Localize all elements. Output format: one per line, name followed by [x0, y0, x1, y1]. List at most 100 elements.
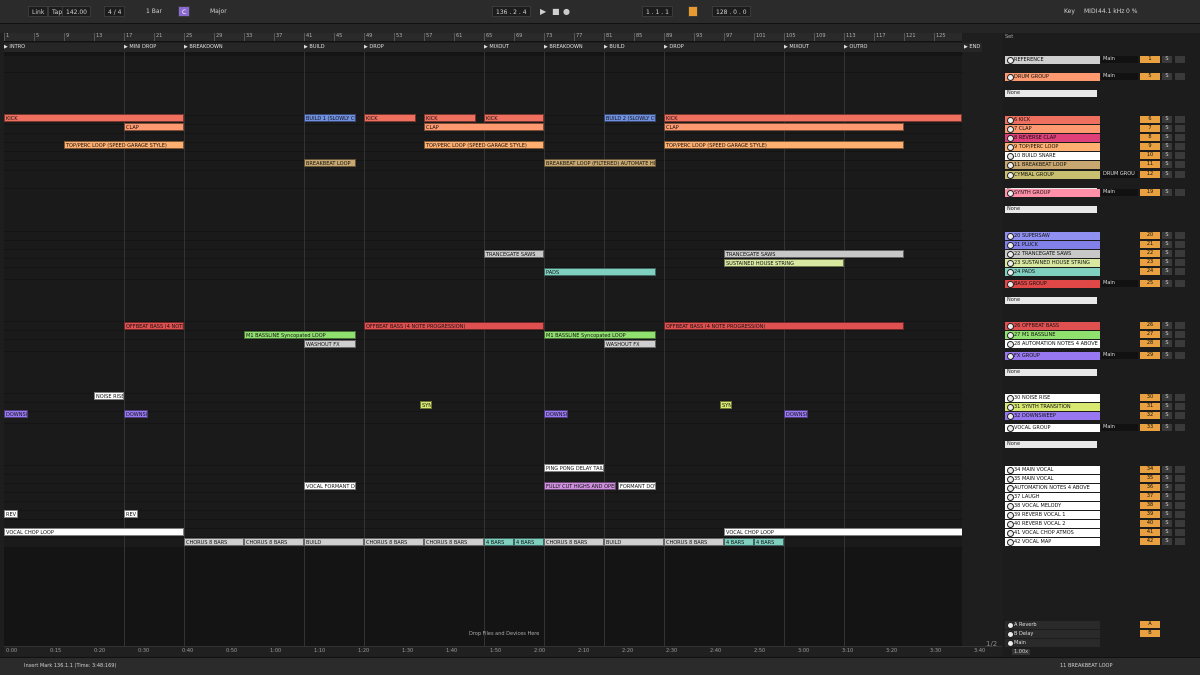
- clip[interactable]: BREAKBEAT LOOP: [304, 159, 356, 167]
- tempo-field[interactable]: 142.00: [62, 6, 91, 17]
- solo-button[interactable]: S: [1162, 331, 1172, 338]
- arm-button[interactable]: [1175, 502, 1185, 509]
- arm-button[interactable]: [1175, 403, 1185, 410]
- return-track[interactable]: A Reverb A: [1003, 621, 1200, 630]
- track-activator[interactable]: 11: [1140, 161, 1160, 168]
- clip[interactable]: DOWNSW: [124, 410, 148, 418]
- track-name[interactable]: CYMBAL GROUP: [1005, 171, 1100, 179]
- clip[interactable]: BUILD: [304, 538, 364, 546]
- solo-button[interactable]: S: [1162, 250, 1172, 257]
- return-track[interactable]: Main: [1003, 639, 1200, 648]
- beat-ruler[interactable]: 1 5 9 13 17 21 25 29 33 37 41 45 49 53 57 61 65 69 73 77 81 8…: [4, 33, 962, 42]
- locator-outro[interactable]: ▶ OUTRO: [844, 44, 868, 50]
- track-lane[interactable]: [4, 232, 962, 240]
- clip[interactable]: KICK: [664, 114, 962, 122]
- clip[interactable]: TOP/PERC LOOP (SPEED GARAGE STYLE): [424, 141, 544, 149]
- locator-build[interactable]: ▶ BUILD: [304, 44, 325, 50]
- locator-mixout[interactable]: ▶ MIXOUT: [484, 44, 509, 50]
- track-activator[interactable]: 7: [1140, 125, 1160, 132]
- track-header[interactable]: 11 BREAKBEAT LOOP 11 S: [1003, 161, 1200, 171]
- arm-button[interactable]: [1175, 56, 1185, 63]
- quantize-menu[interactable]: 1 Bar: [146, 6, 162, 17]
- group-input-menu[interactable]: None: [1005, 369, 1097, 376]
- track-lane[interactable]: [4, 475, 962, 483]
- solo-button[interactable]: S: [1162, 352, 1172, 359]
- arm-button[interactable]: [1175, 340, 1185, 347]
- clip[interactable]: FULLY CUT HIGHS AND OPEN F: [544, 482, 616, 490]
- clip[interactable]: TRANCEGATE SAWS: [724, 250, 904, 258]
- record-icon[interactable]: ●: [563, 6, 570, 17]
- track-name[interactable]: 6 KICK: [1005, 116, 1100, 124]
- track-activator[interactable]: 37: [1140, 493, 1160, 500]
- return-letter[interactable]: B: [1140, 630, 1160, 637]
- track-name[interactable]: 38 VOCAL MELODY: [1005, 502, 1100, 510]
- track-name[interactable]: 20 SUPERSAW: [1005, 232, 1100, 240]
- link-button[interactable]: Link: [28, 6, 49, 17]
- track-header[interactable]: 10 BUILD SNARE 10 S: [1003, 152, 1200, 161]
- clip[interactable]: FORMANT DOW: [618, 482, 656, 490]
- solo-button[interactable]: S: [1162, 493, 1172, 500]
- solo-button[interactable]: S: [1162, 125, 1172, 132]
- track-activator[interactable]: 39: [1140, 511, 1160, 518]
- clip[interactable]: CHORUS 8 BARS: [424, 538, 484, 546]
- track-lane[interactable]: [4, 56, 962, 72]
- track-name[interactable]: REFERENCE: [1005, 56, 1100, 64]
- solo-button[interactable]: S: [1162, 502, 1172, 509]
- clip[interactable]: CHORUS 8 BARS: [364, 538, 424, 546]
- arm-button[interactable]: [1175, 268, 1185, 275]
- track-header[interactable]: SYNTH GROUP Main 19 S None: [1003, 189, 1200, 232]
- track-header[interactable]: 35 MAIN VOCAL 35 S: [1003, 475, 1200, 484]
- solo-button[interactable]: S: [1162, 511, 1172, 518]
- track-header[interactable]: 28 AUTOMATION NOTES 4 ABOVE 28 S: [1003, 340, 1200, 352]
- clip[interactable]: CHORUS 8 BARS: [544, 538, 604, 546]
- track-activator[interactable]: 8: [1140, 134, 1160, 141]
- output-routing[interactable]: Main: [1101, 56, 1138, 63]
- return-track[interactable]: B Delay B: [1003, 630, 1200, 639]
- return-name[interactable]: Main: [1005, 639, 1100, 647]
- clip[interactable]: PING PONG DELAY TAIL: [544, 464, 604, 472]
- locator-mixout[interactable]: ▶ MIXOUT: [784, 44, 809, 50]
- track-header[interactable]: 6 KICK 6 S: [1003, 116, 1200, 125]
- solo-button[interactable]: S: [1162, 259, 1172, 266]
- track-header[interactable]: CYMBAL GROUPDRUM GROU12SNone: [1003, 171, 1200, 195]
- clip[interactable]: M1 BASSLINE Syncopated LOOP: [244, 331, 356, 339]
- track-activator[interactable]: 20: [1140, 232, 1160, 239]
- track-name[interactable]: 27 M1 BASSLINE: [1005, 331, 1100, 339]
- track-lane[interactable]: [4, 394, 962, 402]
- output-routing[interactable]: Main: [1101, 280, 1138, 287]
- track-name[interactable]: 42 VOCAL MAP: [1005, 538, 1100, 546]
- clip[interactable]: PADS: [544, 268, 656, 276]
- track-name[interactable]: 10 BUILD SNARE: [1005, 152, 1100, 160]
- position-field[interactable]: 136 . 2 . 4: [492, 6, 531, 17]
- track-activator[interactable]: 10: [1140, 152, 1160, 159]
- arm-button[interactable]: [1175, 232, 1185, 239]
- track-lane[interactable]: [4, 152, 962, 160]
- track-lane[interactable]: [4, 189, 962, 231]
- track-activator[interactable]: 25: [1140, 280, 1160, 287]
- solo-button[interactable]: S: [1162, 116, 1172, 123]
- track-activator[interactable]: 12: [1140, 171, 1160, 178]
- track-name[interactable]: 21 PLUCK: [1005, 241, 1100, 249]
- track-activator[interactable]: 27: [1140, 331, 1160, 338]
- clip[interactable]: SYN: [720, 401, 732, 409]
- clip[interactable]: OFFBEAT BASS (4 NOTE PROGRESSION): [664, 322, 904, 330]
- track-lane[interactable]: [4, 161, 962, 170]
- output-routing[interactable]: Main: [1101, 189, 1138, 196]
- group-input-menu[interactable]: None: [1005, 297, 1097, 304]
- track-header[interactable]: 7 CLAP 7 S: [1003, 125, 1200, 134]
- output-routing[interactable]: Main: [1101, 424, 1138, 431]
- arm-button[interactable]: [1175, 171, 1185, 178]
- track-lane[interactable]: [4, 466, 962, 474]
- locator-end[interactable]: ▶ END: [964, 44, 980, 50]
- track-activator[interactable]: 6: [1140, 116, 1160, 123]
- track-name[interactable]: VOCAL GROUP: [1005, 424, 1100, 432]
- clip[interactable]: SYN: [420, 401, 432, 409]
- solo-button[interactable]: S: [1162, 412, 1172, 419]
- solo-button[interactable]: S: [1162, 241, 1172, 248]
- output-routing[interactable]: Main: [1101, 352, 1138, 359]
- solo-button[interactable]: S: [1162, 520, 1172, 527]
- track-name[interactable]: 28 AUTOMATION NOTES 4 ABOVE: [1005, 340, 1100, 348]
- arm-button[interactable]: [1175, 466, 1185, 473]
- track-header[interactable]: REFERENCEMain1SNone: [1003, 56, 1200, 80]
- key-root[interactable]: C: [178, 6, 191, 17]
